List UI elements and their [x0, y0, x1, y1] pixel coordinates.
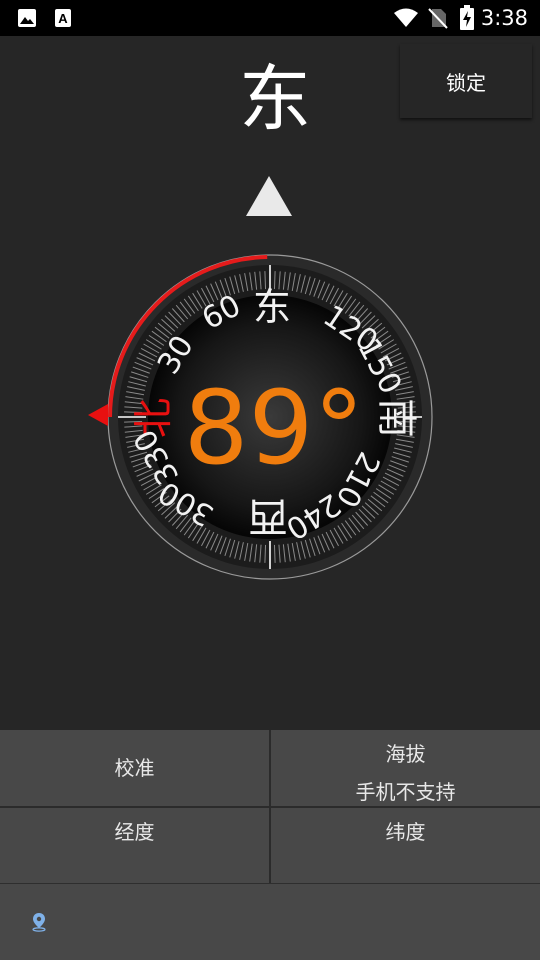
no-sim-icon	[428, 8, 448, 29]
image-icon	[18, 9, 36, 27]
compass-dial: 东 60 30 北 330 300 西 240 210 南 150 120 89…	[88, 254, 433, 580]
battery-charging-icon	[460, 5, 474, 30]
altitude-value: 手机不支持	[355, 780, 456, 804]
dial-label-south: 南	[373, 398, 419, 438]
heading-degree-readout: 89°	[184, 369, 365, 488]
status-bar: A 3:38	[0, 0, 540, 36]
altitude-cell: 海拔 手机不支持	[271, 730, 540, 806]
info-panel: 校准 海拔 手机不支持 经度 纬度	[0, 730, 540, 960]
wifi-icon	[394, 8, 418, 27]
svg-text:A: A	[58, 11, 68, 26]
dial-label-east: 东	[253, 285, 291, 329]
latitude-label: 纬度	[385, 820, 426, 844]
altitude-label: 海拔	[385, 742, 426, 766]
dial-tick	[273, 544, 276, 563]
status-time: 3:38	[480, 6, 528, 30]
longitude-label: 经度	[114, 820, 155, 844]
latitude-cell: 纬度	[271, 808, 540, 883]
north-marker-icon	[88, 404, 108, 426]
dial-tick	[264, 544, 267, 563]
calibrate-button[interactable]: 校准	[0, 730, 269, 806]
text-app-icon: A	[55, 9, 71, 27]
location-pin-icon[interactable]	[30, 912, 48, 932]
divider-horizontal-bottom	[0, 883, 540, 884]
longitude-cell: 经度	[0, 808, 269, 883]
calibrate-label: 校准	[114, 756, 155, 780]
compass-screen: 东 锁定 东 60 30 北 330 300 西 240 210 南 150 1…	[0, 36, 540, 730]
divider-horizontal	[0, 806, 540, 808]
